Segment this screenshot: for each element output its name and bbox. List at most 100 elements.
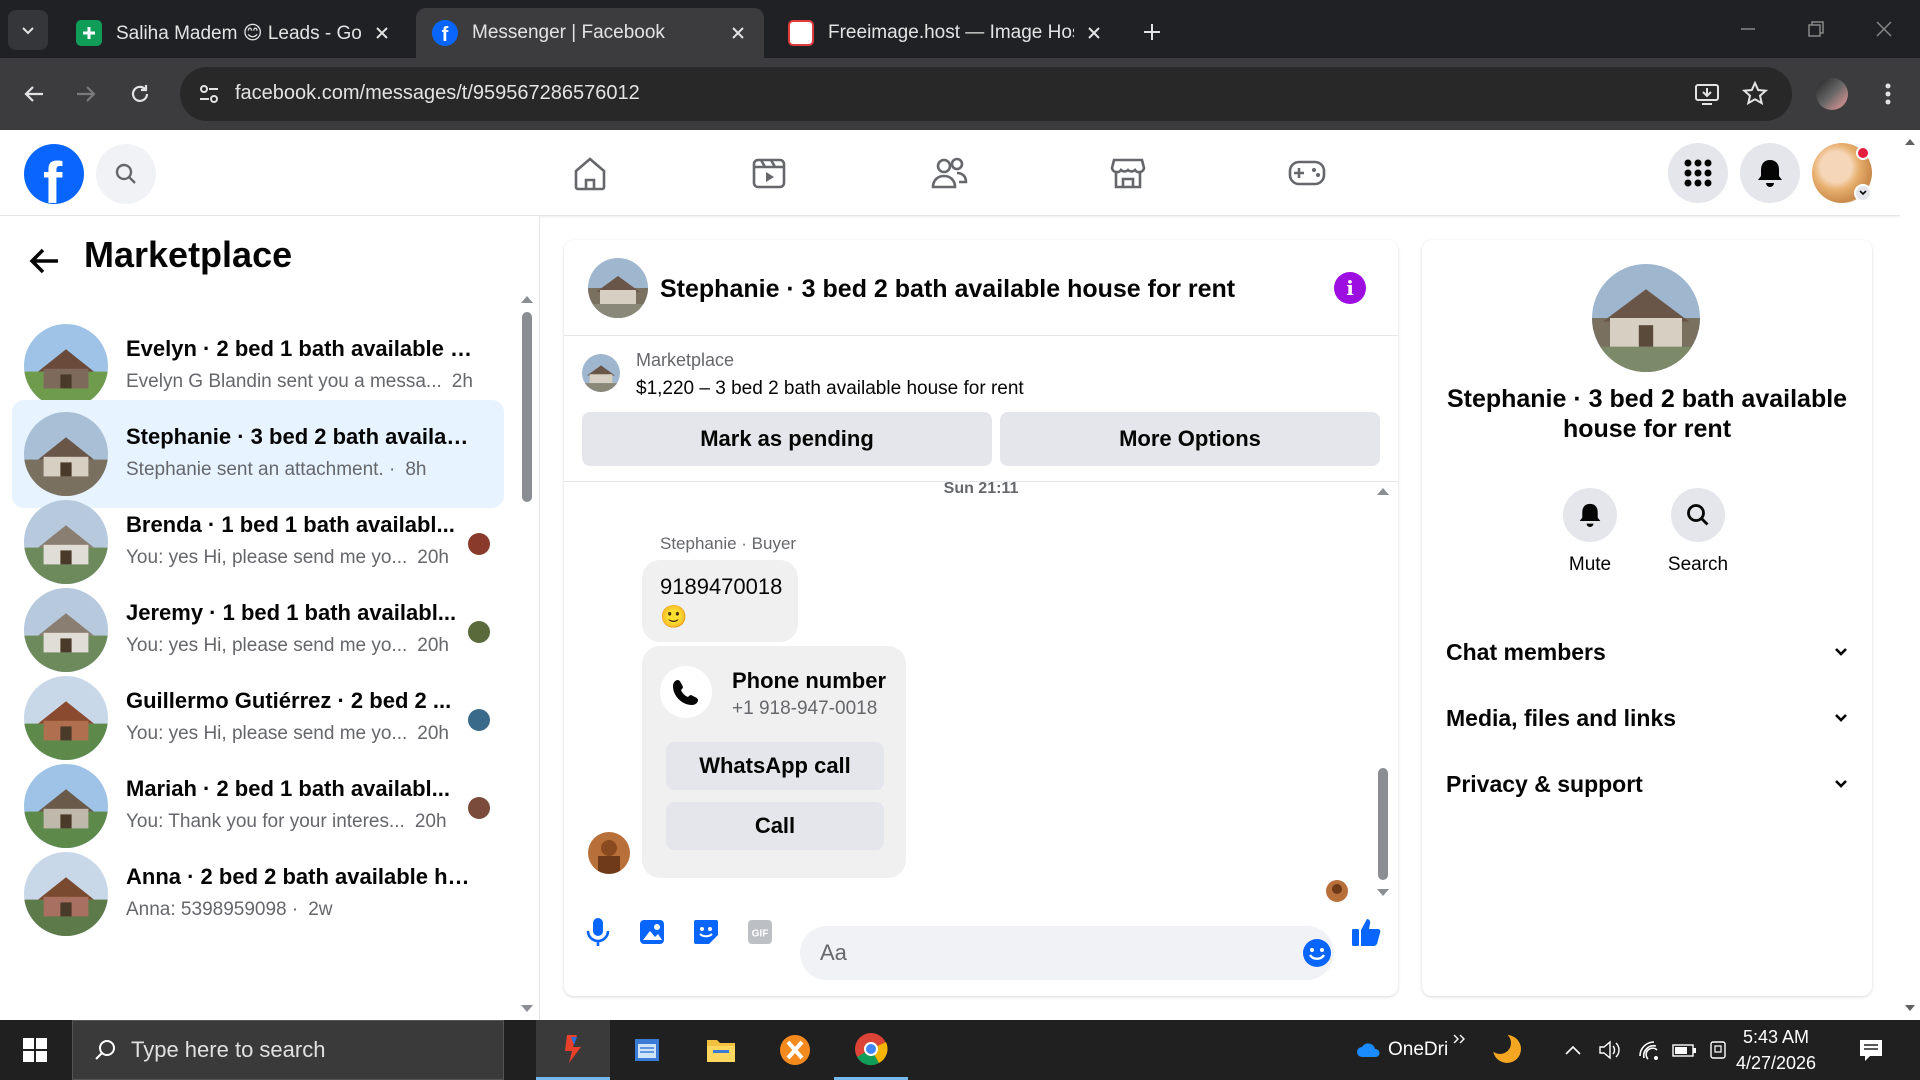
onedrive-tray[interactable]: OneDri xyxy=(1356,1020,1448,1080)
site-settings-icon[interactable] xyxy=(198,83,220,105)
listing-price-title[interactable]: $1,220 – 3 bed 2 bath available house fo… xyxy=(636,378,1024,400)
nav-home[interactable] xyxy=(565,150,615,196)
chat-header: Stephanie · 3 bed 2 bath available house… xyxy=(564,240,1398,336)
bell-icon xyxy=(1758,160,1782,187)
conversation-avatar[interactable] xyxy=(1592,264,1700,372)
address-bar[interactable]: facebook.com/messages/t/959567286576012 xyxy=(180,67,1792,121)
scroll-up-arrow-icon[interactable] xyxy=(1376,486,1390,496)
message-input[interactable] xyxy=(800,926,1334,980)
emoji-button[interactable] xyxy=(1290,926,1344,980)
xampp-icon xyxy=(780,1035,810,1065)
tab-freeimage[interactable]: Freeimage.host — Image Hostin xyxy=(772,8,1120,58)
browser-tab-strip: Saliha Madem 😊 Leads - Googl f Messenger… xyxy=(0,0,1920,58)
scroll-down-arrow-icon[interactable] xyxy=(1376,888,1390,898)
browser-menu-button[interactable] xyxy=(1866,72,1910,116)
attach-photo-button[interactable] xyxy=(634,914,670,950)
info-icon[interactable]: i xyxy=(1334,272,1366,304)
taskbar-search-box[interactable]: Type here to search xyxy=(72,1020,504,1080)
more-options-button[interactable]: More Options xyxy=(1000,412,1380,466)
close-tab-icon[interactable] xyxy=(1082,21,1106,45)
sender-avatar[interactable] xyxy=(588,832,630,874)
seen-avatar xyxy=(468,533,490,555)
wifi-icon[interactable] xyxy=(1638,1040,1662,1060)
close-window-button[interactable] xyxy=(1858,8,1910,50)
privacy-support-section[interactable]: Privacy & support xyxy=(1446,764,1848,804)
sticker-button[interactable] xyxy=(688,914,724,950)
phone-number-value[interactable]: +1 918-947-0018 xyxy=(732,698,877,720)
search-conversation-button[interactable]: Search xyxy=(1658,488,1738,576)
menu-button[interactable] xyxy=(1668,143,1728,203)
install-app-icon[interactable] xyxy=(1694,81,1720,107)
back-button[interactable] xyxy=(12,72,56,116)
chat-avatar[interactable] xyxy=(588,258,648,318)
scroll-up-arrow-icon[interactable] xyxy=(520,294,534,304)
conversation-preview: You: yes Hi, please send me yo... xyxy=(126,635,408,656)
scrollbar-thumb[interactable] xyxy=(522,312,532,502)
nav-gaming[interactable] xyxy=(1282,150,1332,196)
tab-title: Saliha Madem 😊 Leads - Googl xyxy=(116,22,362,44)
taskbar-app-xampp[interactable] xyxy=(758,1020,832,1080)
gif-icon: GIF xyxy=(748,920,772,944)
nav-friends[interactable] xyxy=(924,150,974,196)
forward-button[interactable] xyxy=(64,72,108,116)
taskbar-app-chrome[interactable] xyxy=(834,1020,908,1080)
mute-button[interactable]: Mute xyxy=(1550,488,1630,576)
listing-thumbnail[interactable] xyxy=(582,354,620,392)
facebook-search-button[interactable] xyxy=(96,144,156,204)
close-tab-icon[interactable] xyxy=(370,21,394,45)
clock-date: 4/27/2026 xyxy=(1735,1053,1817,1073)
nav-video[interactable] xyxy=(744,150,794,196)
system-clock[interactable]: 5:43 AM 4/27/2026 xyxy=(1726,1024,1826,1076)
facebook-favicon-icon: f xyxy=(432,20,458,46)
restore-button[interactable] xyxy=(1790,8,1842,50)
chat-scrollbar-thumb[interactable] xyxy=(1378,768,1388,880)
send-like-button[interactable] xyxy=(1348,914,1384,950)
scroll-down-arrow-icon[interactable] xyxy=(520,1004,534,1014)
back-arrow-button[interactable] xyxy=(28,244,64,280)
chevron-up-icon[interactable] xyxy=(1564,1044,1582,1056)
reload-button[interactable] xyxy=(118,72,162,116)
start-button[interactable] xyxy=(0,1020,70,1080)
mark-as-pending-button[interactable]: Mark as pending xyxy=(582,412,992,466)
account-chevron-icon[interactable] xyxy=(1854,184,1872,202)
close-tab-icon[interactable] xyxy=(726,21,750,45)
weather-moon-icon[interactable] xyxy=(1490,1032,1524,1066)
gif-button[interactable]: GIF xyxy=(742,914,778,950)
scroll-down-arrow-icon[interactable] xyxy=(1904,1004,1916,1012)
chat-panel: Stephanie · 3 bed 2 bath available house… xyxy=(564,240,1398,996)
show-more-chevron-icon[interactable] xyxy=(1452,1034,1466,1046)
call-button[interactable]: Call xyxy=(666,802,884,850)
whatsapp-call-button[interactable]: WhatsApp call xyxy=(666,742,884,790)
battery-icon[interactable] xyxy=(1672,1042,1698,1058)
tab-sheets[interactable]: Saliha Madem 😊 Leads - Googl xyxy=(60,8,408,58)
nav-marketplace[interactable] xyxy=(1103,150,1153,196)
onedrive-cloud-icon xyxy=(1357,1043,1380,1057)
profile-avatar[interactable] xyxy=(1816,78,1848,110)
taskbar-app-1[interactable] xyxy=(536,1020,610,1080)
minimize-button[interactable] xyxy=(1722,8,1774,50)
page-scrollbar[interactable] xyxy=(1900,130,1920,1020)
facebook-logo[interactable]: f xyxy=(24,144,84,204)
notifications-button[interactable] xyxy=(1740,143,1800,203)
notification-center-icon[interactable] xyxy=(1858,1038,1884,1062)
volume-icon[interactable] xyxy=(1598,1040,1622,1060)
tab-messenger[interactable]: f Messenger | Facebook xyxy=(416,8,764,58)
conversation-time: 20h xyxy=(417,547,449,568)
message-bubble[interactable]: 9189470018 🙂 xyxy=(642,560,798,642)
media-files-links-section[interactable]: Media, files and links xyxy=(1446,698,1848,738)
mute-label: Mute xyxy=(1568,554,1612,575)
conversation-item[interactable]: Anna · 2 bed 2 bath available ho... Anna:… xyxy=(12,840,504,948)
tab-search-button[interactable] xyxy=(8,10,48,50)
voice-clip-button[interactable] xyxy=(580,914,616,950)
taskbar-app-file-explorer[interactable] xyxy=(684,1020,758,1080)
url-text[interactable]: facebook.com/messages/t/959567286576012 xyxy=(235,82,640,105)
facebook-header: f xyxy=(0,130,1900,216)
chevron-down-icon xyxy=(1835,780,1847,788)
taskbar-app-notepad[interactable] xyxy=(610,1020,684,1080)
bookmark-star-icon[interactable] xyxy=(1742,81,1768,107)
chat-members-section[interactable]: Chat members xyxy=(1446,632,1848,672)
device-icon[interactable] xyxy=(1708,1040,1728,1060)
new-tab-button[interactable] xyxy=(1132,12,1172,52)
chat-title[interactable]: Stephanie · 3 bed 2 bath available house… xyxy=(660,275,1235,304)
scroll-up-arrow-icon[interactable] xyxy=(1904,138,1916,146)
